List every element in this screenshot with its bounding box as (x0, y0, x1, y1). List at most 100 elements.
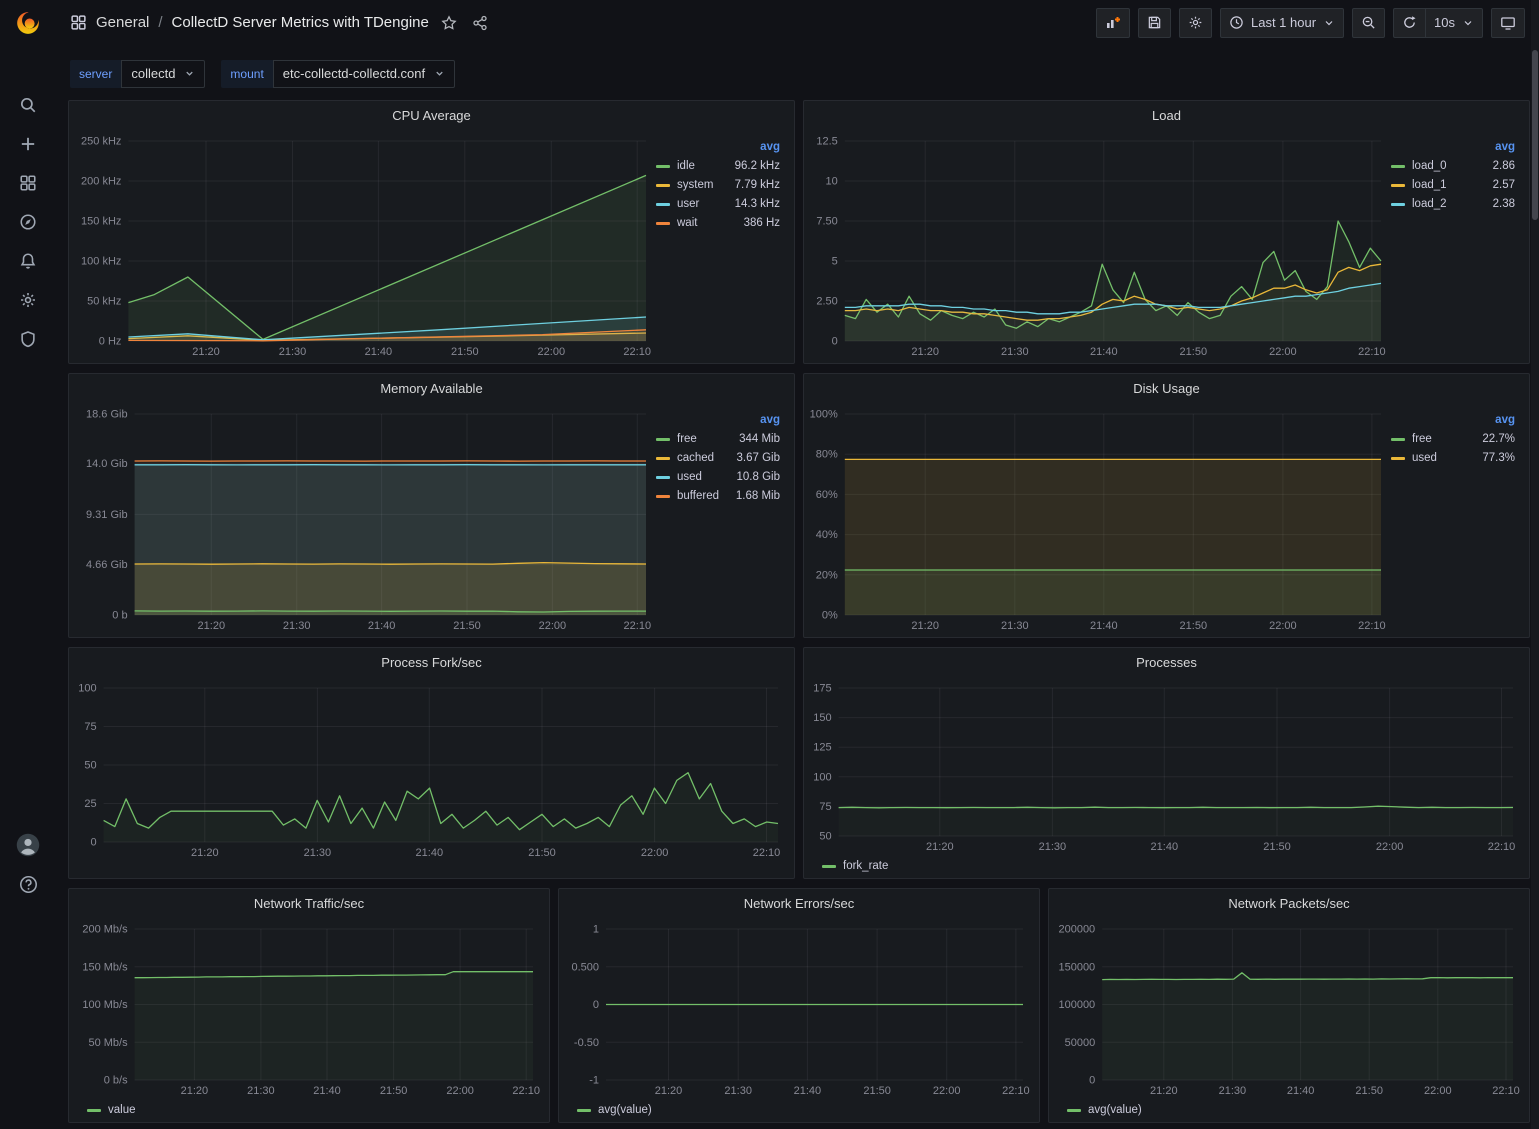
disk-legend: avgfree22.7%used77.3% (1389, 406, 1521, 635)
legend-series-name[interactable]: avg(value) (598, 1104, 652, 1116)
panel-title[interactable]: Network Errors/sec (744, 896, 855, 911)
cycle-view-button[interactable] (1491, 8, 1525, 38)
user-avatar[interactable] (10, 832, 46, 858)
panel-header[interactable]: Process Fork/sec (69, 648, 794, 676)
legend-item: idle96.2 kHz (656, 160, 780, 172)
legend-avg-header[interactable]: avg (1391, 414, 1515, 426)
star-icon[interactable] (438, 12, 460, 34)
legend-series-name[interactable]: user (677, 198, 699, 210)
refresh-interval-picker[interactable]: 10s (1425, 8, 1483, 38)
svg-text:0: 0 (1089, 1075, 1095, 1087)
legend-series-name[interactable]: free (1412, 433, 1432, 445)
svg-text:21:30: 21:30 (1001, 620, 1029, 632)
legend-series-name[interactable]: fork_rate (843, 860, 888, 872)
scrollbar-thumb[interactable] (1532, 50, 1538, 220)
panel-title[interactable]: Disk Usage (1133, 381, 1199, 396)
svg-text:10: 10 (826, 176, 838, 188)
panel-header[interactable]: Processes (804, 648, 1529, 676)
scrollbar-track[interactable] (1531, 0, 1539, 1129)
panel-header[interactable]: Network Errors/sec (559, 889, 1039, 917)
dashboard-settings-button[interactable] (1179, 8, 1212, 38)
share-icon[interactable] (469, 12, 491, 34)
panel-header[interactable]: Network Traffic/sec (69, 889, 549, 917)
legend-series-name[interactable]: free (677, 433, 697, 445)
breadcrumb-folder[interactable]: General (96, 14, 149, 31)
legend-series-name[interactable]: load_0 (1412, 160, 1447, 172)
panel-header[interactable]: Network Packets/sec (1049, 889, 1529, 917)
series-color-dash (1391, 457, 1405, 460)
panel-header[interactable]: CPU Average (69, 101, 794, 129)
zoom-out-button[interactable] (1352, 8, 1385, 38)
legend-item: value (87, 1104, 136, 1116)
svg-text:50: 50 (84, 760, 96, 772)
legend-series-name[interactable]: load_2 (1412, 198, 1447, 210)
traffic-legend: value (73, 1100, 541, 1120)
panel-header[interactable]: Load (804, 101, 1529, 129)
legend-series-name[interactable]: idle (677, 160, 695, 172)
admin-shield-icon[interactable] (10, 326, 46, 352)
panel-memory-available: Memory Available 0 b4.66 Gib9.31 Gib14.0… (68, 373, 795, 638)
variable-mount-dropdown[interactable]: etc-collectd-collectd.conf (273, 60, 455, 88)
grafana-logo[interactable] (0, 0, 56, 46)
legend-item: user14.3 kHz (656, 198, 780, 210)
legend-series-name[interactable]: value (108, 1104, 136, 1116)
panel-header[interactable]: Memory Available (69, 374, 794, 402)
panel-title[interactable]: Process Fork/sec (381, 655, 481, 670)
add-panel-button[interactable] (1096, 8, 1130, 38)
legend-series-value: 3.67 Gib (737, 452, 780, 464)
variable-server-dropdown[interactable]: collectd (121, 60, 205, 88)
panel-title[interactable]: CPU Average (392, 108, 471, 123)
alerting-bell-icon[interactable] (10, 248, 46, 274)
save-dashboard-button[interactable] (1138, 8, 1171, 38)
legend-series-name[interactable]: system (677, 179, 713, 191)
main-area: General / CollectD Server Metrics with T… (56, 0, 1539, 1129)
svg-text:21:20: 21:20 (911, 620, 939, 632)
dashboard-breadcrumb-icon[interactable] (70, 14, 87, 31)
panel-title[interactable]: Load (1152, 108, 1181, 123)
legend-item: buffered 1.68 Mib (656, 490, 780, 502)
svg-text:21:20: 21:20 (1150, 1085, 1178, 1097)
legend-series-name[interactable]: load_1 (1412, 179, 1447, 191)
legend-avg-header[interactable]: avg (656, 414, 780, 426)
load-legend: avgload_02.86load_12.57load_22.38 (1389, 133, 1521, 361)
panel-title[interactable]: Network Traffic/sec (254, 896, 364, 911)
svg-text:0: 0 (593, 999, 599, 1011)
legend-series-name[interactable]: used (1412, 452, 1437, 464)
configuration-gear-icon[interactable] (10, 287, 46, 313)
svg-text:22:00: 22:00 (539, 620, 567, 632)
legend-avg-header[interactable]: avg (656, 141, 780, 153)
svg-text:21:40: 21:40 (1090, 346, 1118, 358)
svg-text:22:10: 22:10 (624, 620, 652, 632)
svg-text:21:50: 21:50 (1263, 841, 1291, 853)
help-icon[interactable] (10, 871, 46, 897)
panel-title[interactable]: Network Packets/sec (1228, 896, 1349, 911)
legend-series-name[interactable]: avg(value) (1088, 1104, 1142, 1116)
chevron-down-icon (184, 68, 195, 79)
legend-series-name[interactable]: buffered (677, 490, 719, 502)
variable-mount-value: etc-collectd-collectd.conf (283, 66, 425, 81)
dashboard-title[interactable]: CollectD Server Metrics with TDengine (172, 14, 429, 31)
panel-processes: Processes 507510012515017521:2021:3021:4… (803, 647, 1530, 879)
panel-header[interactable]: Disk Usage (804, 374, 1529, 402)
dashboards-grid-icon[interactable] (10, 170, 46, 196)
create-plus-icon[interactable] (10, 131, 46, 157)
sidebar (0, 0, 56, 1129)
panel-title[interactable]: Processes (1136, 655, 1197, 670)
panel-network-errors: Network Errors/sec -1-0.5000.500121:2021… (558, 888, 1040, 1123)
network-packets-chart: 05000010000015000020000021:2021:3021:402… (1053, 921, 1521, 1100)
svg-text:21:30: 21:30 (279, 346, 307, 358)
errors-legend: avg(value) (563, 1100, 1031, 1120)
refresh-button[interactable] (1393, 8, 1425, 38)
legend-avg-header[interactable]: avg (1391, 141, 1515, 153)
legend-series-name[interactable]: wait (677, 217, 697, 229)
explore-compass-icon[interactable] (10, 209, 46, 235)
search-icon[interactable] (10, 92, 46, 118)
panel-title[interactable]: Memory Available (380, 381, 482, 396)
svg-text:21:40: 21:40 (416, 847, 444, 859)
legend-item: load_12.57 (1391, 179, 1515, 191)
time-range-picker[interactable]: Last 1 hour (1220, 8, 1344, 38)
legend-series-name[interactable]: used (677, 471, 702, 483)
legend-series-value: 1.68 Mib (736, 490, 780, 502)
legend-series-name[interactable]: cached (677, 452, 714, 464)
monitor-icon (1500, 15, 1516, 31)
